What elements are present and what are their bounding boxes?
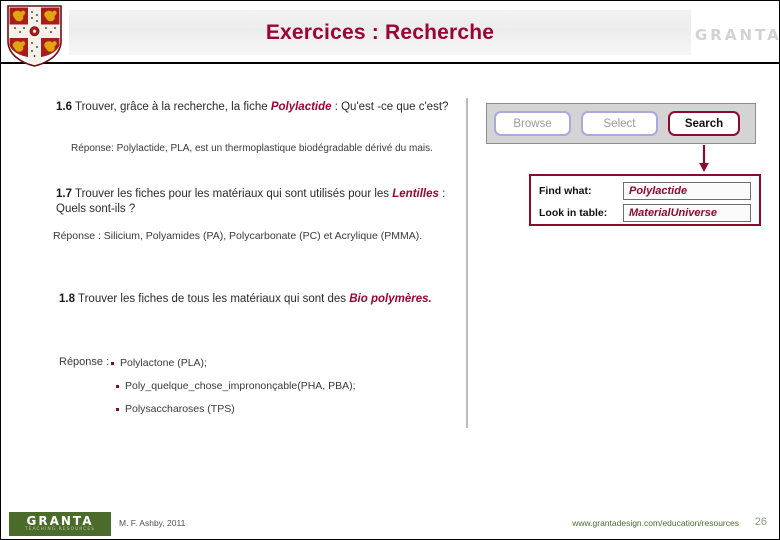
select-tab-button[interactable]: Select xyxy=(581,111,658,136)
footer-credit: M. F. Ashby, 2011 xyxy=(119,518,186,528)
slide-header: Exercices : Recherche GRANTA xyxy=(1,1,780,67)
cambridge-coat-of-arms-icon xyxy=(7,5,62,67)
exercise-text-after: : Qu'est -ce que c'est? xyxy=(331,101,449,113)
look-in-table-select[interactable]: MaterialUniverse xyxy=(623,203,751,222)
exercise-answer-1-6: Réponse: Polylactide, PLA, est un thermo… xyxy=(71,143,433,154)
exercise-answer-1-8: Réponse : xyxy=(59,356,110,368)
browse-tab-button[interactable]: Browse xyxy=(494,111,571,136)
exercise-number: 1.8 xyxy=(59,293,75,305)
exercise-highlight: Bio polymères. xyxy=(349,293,432,305)
footer-page-number: 26 xyxy=(754,516,767,528)
exercise-text-before: Trouver les fiches pour les matériaux qu… xyxy=(75,188,393,200)
exercise-highlight: Polylactide xyxy=(270,101,332,113)
look-in-table-row: Look in table: MaterialUniverse xyxy=(539,203,751,222)
exercise-answer-1-7: Réponse : Silicium, Polyamides (PA), Pol… xyxy=(53,230,423,242)
exercise-number: 1.7 xyxy=(56,188,72,200)
exercise-text-before: Trouver, grâce à la recherche, la fiche xyxy=(75,101,271,113)
column-divider xyxy=(466,98,468,428)
search-find-panel: Find what: Polylactide Look in table: Ma… xyxy=(529,174,761,226)
exercise-highlight: Lentilles xyxy=(392,188,439,200)
exercises-column: 1.6 Trouver, grâce à la recherche, la fi… xyxy=(1,64,466,444)
find-what-label: Find what: xyxy=(539,184,592,197)
slide-canvas: Exercices : Recherche GRANTA 1.6 Trouver… xyxy=(0,0,780,540)
exercise-question-1-8: 1.8 Trouver les fiches de tous les matér… xyxy=(59,292,449,307)
callout-arrow-icon xyxy=(699,145,709,172)
search-tab-button[interactable]: Search xyxy=(668,111,740,136)
footer-url[interactable]: www.grantadesign.com/education/resources xyxy=(572,518,739,528)
find-what-input[interactable]: Polylactide xyxy=(623,181,751,200)
exercise-question-1-7: 1.7 Trouver les fiches pour les matériau… xyxy=(56,187,451,217)
exercise-text-before: Trouver les fiches de tous les matériaux… xyxy=(78,293,350,305)
list-item: Polylactone (PLA); xyxy=(111,356,441,370)
granta-header-logo: GRANTA xyxy=(695,26,780,44)
granta-footer-logo: GRANTA TEACHING RESOURCES xyxy=(9,512,111,536)
granta-footer-logo-text: GRANTA xyxy=(26,514,94,528)
find-what-row: Find what: Polylactide xyxy=(539,181,751,200)
exercise-question-1-6: 1.6 Trouver, grâce à la recherche, la fi… xyxy=(56,100,456,115)
look-in-table-label: Look in table: xyxy=(539,206,608,219)
header-title-bar: Exercices : Recherche xyxy=(69,10,691,55)
app-toolbar: Browse Select Search xyxy=(486,103,756,144)
answer-bullet-list: Polylactone (PLA); Poly_quelque_chose_im… xyxy=(111,356,441,425)
exercise-number: 1.6 xyxy=(56,101,72,113)
granta-footer-logo-subtext: TEACHING RESOURCES xyxy=(24,527,96,532)
page-title: Exercices : Recherche xyxy=(265,20,495,44)
list-item: Poly_quelque_chose_imprononçable(PHA, PB… xyxy=(116,379,441,393)
list-item: Polysaccharoses (TPS) xyxy=(116,402,441,416)
